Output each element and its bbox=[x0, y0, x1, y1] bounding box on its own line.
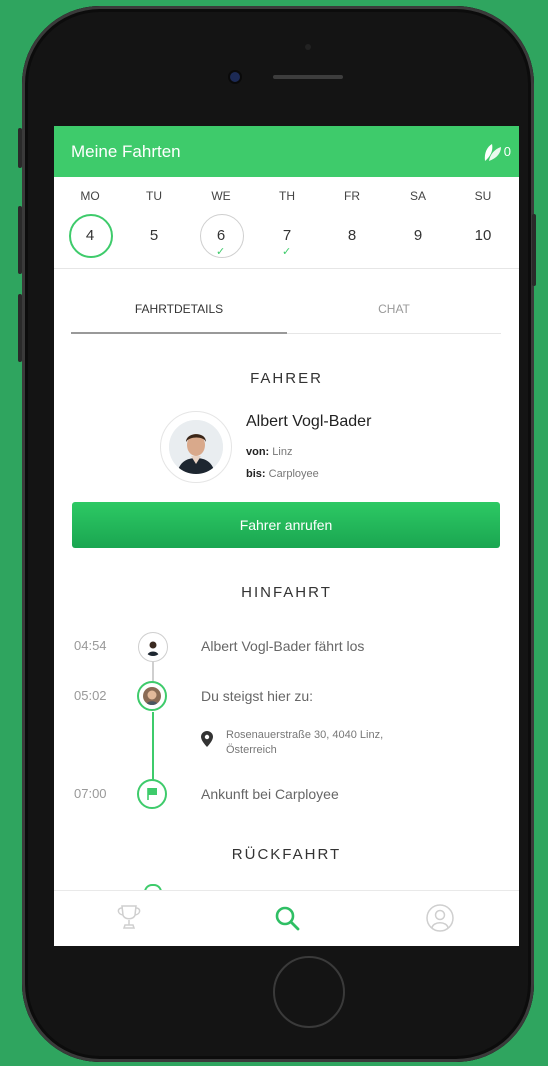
day-date: 9 bbox=[413, 227, 423, 244]
pickup-address: Rosenauerstraße 30, 4040 Linz, Österreic… bbox=[226, 728, 486, 758]
passenger-avatar-icon bbox=[143, 687, 161, 705]
search-icon[interactable] bbox=[274, 905, 300, 936]
proximity-sensor bbox=[305, 44, 311, 50]
phone-volume-up bbox=[18, 206, 22, 274]
leaf-icon bbox=[483, 142, 503, 162]
checkmark-icon: ✓ bbox=[216, 246, 226, 258]
front-camera bbox=[230, 72, 240, 82]
driver-avatar bbox=[160, 411, 232, 483]
timeline-node bbox=[137, 779, 167, 809]
day-name: MO bbox=[80, 189, 100, 203]
stop-time: 07:00 bbox=[74, 786, 107, 801]
tab-chat[interactable]: CHAT bbox=[287, 296, 501, 334]
location-pin-icon bbox=[201, 731, 213, 752]
day-name: WE bbox=[211, 189, 231, 203]
day-date: 5 bbox=[149, 227, 159, 244]
day-date: 8 bbox=[347, 227, 357, 244]
profile-icon[interactable] bbox=[424, 903, 456, 938]
stop-text: Ankunft bei Carployee bbox=[201, 786, 339, 802]
driver-name: Albert Vogl-Bader bbox=[246, 413, 372, 430]
day-name: TU bbox=[146, 189, 162, 203]
from-label: von: bbox=[246, 446, 270, 458]
leaf-count: 0 bbox=[503, 144, 511, 159]
stop-time: 05:02 bbox=[74, 688, 107, 703]
leaf-counter[interactable]: 0 bbox=[483, 142, 511, 162]
to-label: bis: bbox=[246, 468, 266, 480]
day-name: FR bbox=[344, 189, 360, 203]
day-name: SA bbox=[409, 189, 426, 203]
return-section-title: RÜCKFAHRT bbox=[231, 846, 342, 863]
day-name: SU bbox=[474, 189, 492, 203]
trophy-icon[interactable] bbox=[113, 903, 145, 938]
address-line-1: Rosenauerstraße 30, 4040 Linz, bbox=[226, 729, 384, 741]
phone-mute-switch bbox=[18, 128, 22, 168]
day-date: 10 bbox=[474, 227, 492, 244]
checkmark-icon: ✓ bbox=[282, 246, 292, 258]
detail-tabs: FAHRTDETAILS CHAT bbox=[71, 296, 501, 334]
tab-fahrtdetails[interactable]: FAHRTDETAILS bbox=[71, 296, 287, 334]
to-value: Carployee bbox=[268, 468, 319, 480]
day-date: 4 bbox=[85, 227, 95, 244]
timeline-node bbox=[138, 632, 168, 662]
driver-photo bbox=[169, 420, 223, 474]
phone-volume-down bbox=[18, 294, 22, 362]
timeline-node bbox=[137, 681, 167, 711]
stop-text: Albert Vogl-Bader fährt los bbox=[201, 638, 365, 654]
flag-icon bbox=[143, 785, 161, 803]
app-screen: Meine Fahrten 0 MO 4 TU 5 WE 6 ✓ TH 7 ✓ … bbox=[54, 126, 519, 946]
from-value: Linz bbox=[272, 446, 293, 458]
outbound-section-title: HINFAHRT bbox=[241, 584, 332, 601]
stop-time: 04:54 bbox=[74, 638, 107, 653]
earpiece-speaker bbox=[273, 75, 343, 79]
driver-to: bis: Carployee bbox=[246, 468, 319, 480]
driver-from: von: Linz bbox=[246, 446, 292, 458]
phone-power-button bbox=[532, 214, 536, 286]
stop-text: Du steigst hier zu: bbox=[201, 688, 314, 704]
week-calendar: MO 4 TU 5 WE 6 ✓ TH 7 ✓ FR 8 SA 9 SU 10 bbox=[54, 177, 519, 269]
home-button[interactable] bbox=[273, 956, 345, 1028]
call-driver-button[interactable]: Fahrer anrufen bbox=[72, 502, 500, 548]
bottom-navigation bbox=[54, 890, 519, 946]
driver-start-icon bbox=[144, 638, 162, 656]
address-line-2: Österreich bbox=[226, 744, 277, 756]
app-header: Meine Fahrten 0 bbox=[54, 126, 519, 177]
driver-section-title: FAHRER bbox=[250, 370, 323, 387]
day-name: TH bbox=[279, 189, 295, 203]
page-title: Meine Fahrten bbox=[71, 141, 181, 161]
